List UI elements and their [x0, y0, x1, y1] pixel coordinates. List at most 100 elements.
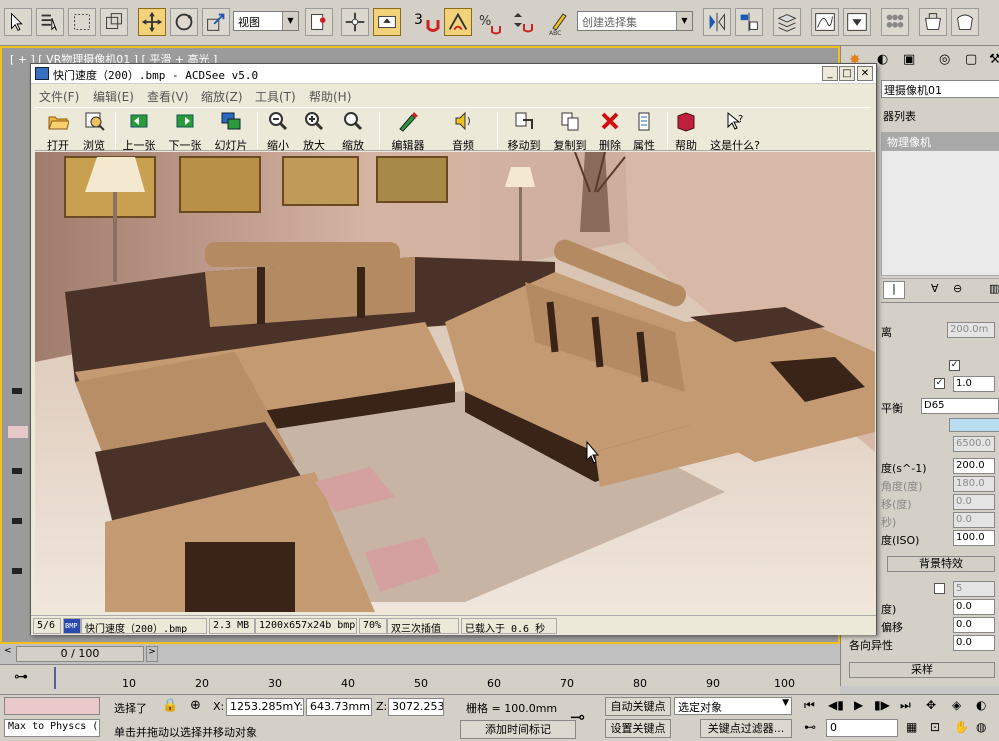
arc-rotate-icon[interactable]: ◈: [952, 698, 961, 712]
key-icon[interactable]: ⊸: [570, 707, 585, 728]
maximize-icon[interactable]: □: [839, 66, 855, 81]
whats-this-button[interactable]: ? 这是什么?: [705, 110, 765, 152]
maxscript-mini-listener[interactable]: Max to Physcs (: [4, 719, 100, 737]
render-frame-icon[interactable]: [951, 8, 979, 36]
window-crossing-icon[interactable]: [100, 8, 128, 36]
shutter-offset-field[interactable]: 0.0: [953, 494, 995, 510]
lock-icon[interactable]: 🔒: [162, 698, 178, 713]
angle-snap-icon[interactable]: [444, 8, 472, 36]
previous-frame-icon[interactable]: ◀▮: [828, 698, 844, 712]
mirror-icon[interactable]: [703, 8, 731, 36]
center-bias-field[interactable]: 0.0: [953, 617, 995, 633]
orbit-icon[interactable]: ◍: [976, 720, 986, 734]
minimize-icon[interactable]: _: [822, 66, 838, 81]
render-setup-icon[interactable]: [919, 8, 947, 36]
scale-icon[interactable]: [202, 8, 230, 36]
select-by-name-icon[interactable]: [36, 8, 64, 36]
audio-button[interactable]: 音频: [443, 110, 483, 152]
hierarchy-tab-icon[interactable]: ▣: [903, 52, 915, 67]
set-key-button[interactable]: 设置关键点: [605, 719, 671, 738]
maxscript-mini-listener-top[interactable]: [4, 697, 100, 715]
display-tab-icon[interactable]: ▢: [965, 52, 977, 67]
next-frame-icon[interactable]: ▮▶: [874, 698, 890, 712]
rotate-icon[interactable]: [170, 8, 198, 36]
object-name-field[interactable]: 理摄像机01: [881, 80, 999, 98]
select-icon[interactable]: [4, 8, 32, 36]
percent-snap-icon[interactable]: %: [476, 8, 504, 36]
shutter-angle-field[interactable]: 180.0: [953, 476, 995, 492]
move-to-button[interactable]: 移动到: [503, 110, 545, 152]
make-unique-icon[interactable]: ∀: [931, 282, 939, 295]
delete-button[interactable]: 删除: [595, 110, 625, 152]
key-filters-button[interactable]: 关键点过滤器...: [700, 719, 792, 738]
zoom-button[interactable]: 缩放: [333, 110, 373, 152]
named-selection-set-dropdown[interactable]: 创建选择集 ▼: [577, 11, 693, 31]
time-config-icon[interactable]: ▦: [906, 720, 917, 734]
move-icon[interactable]: [138, 8, 166, 36]
latency-field[interactable]: 0.0: [953, 512, 995, 528]
time-slider[interactable]: < 0 / 100 >: [0, 644, 840, 664]
menu-file[interactable]: 文件(F): [39, 88, 79, 105]
slideshow-button[interactable]: 幻灯片: [211, 110, 251, 152]
zoom-out-button[interactable]: 缩小: [261, 110, 295, 152]
x-coordinate-field[interactable]: 1253.285m: [226, 698, 304, 716]
pivot-center-icon[interactable]: [305, 8, 333, 36]
configure-sets-icon[interactable]: ▥: [989, 282, 999, 295]
modifier-list-dropdown[interactable]: 器列表: [881, 106, 999, 124]
auto-key-button[interactable]: 自动关键点: [605, 697, 671, 716]
menu-help[interactable]: 帮助(H): [309, 88, 351, 105]
browse-button[interactable]: 浏览: [77, 110, 111, 152]
modifier-stack-item[interactable]: 物理像机: [881, 132, 999, 150]
temperature-field[interactable]: 6500.0: [953, 436, 995, 452]
field-of-view-icon[interactable]: ◐: [976, 698, 986, 712]
sampling-rollout-header[interactable]: 采样: [849, 662, 995, 678]
open-button[interactable]: 打开: [41, 110, 75, 152]
vignette-amount-field[interactable]: 1.0: [953, 376, 995, 392]
y-coordinate-field[interactable]: 643.73mm: [306, 698, 372, 716]
select-manipulate-icon[interactable]: [341, 8, 369, 36]
snap-magnet-icon[interactable]: [424, 8, 442, 36]
slider-next-icon[interactable]: >: [146, 646, 158, 662]
pan-hand-icon[interactable]: ✋: [954, 720, 969, 734]
absolute-mode-icon[interactable]: ⊕: [190, 698, 201, 713]
key-target-dropdown[interactable]: 选定对象 ▼: [674, 697, 792, 715]
vignette-checkbox[interactable]: ✓: [949, 360, 960, 371]
zoom-region-icon[interactable]: ⊡: [930, 720, 940, 734]
iso-field[interactable]: 100.0: [953, 530, 995, 546]
previous-button[interactable]: 上一张: [119, 110, 159, 152]
modify-tab-icon[interactable]: ◐: [877, 52, 888, 67]
motion-tab-icon[interactable]: ◎: [939, 52, 950, 67]
z-coordinate-field[interactable]: 3072.253m: [388, 698, 444, 716]
slider-prev-icon[interactable]: <: [4, 646, 14, 662]
reference-coord-dropdown[interactable]: 视图 ▼: [233, 11, 299, 31]
edit-named-selection-icon[interactable]: ABC: [545, 8, 573, 37]
menu-tools[interactable]: 工具(T): [255, 88, 296, 105]
modifier-stack-list[interactable]: [881, 150, 999, 276]
track-bar-icon[interactable]: ⊶: [14, 669, 28, 685]
go-to-end-icon[interactable]: ⏭: [900, 698, 911, 713]
go-to-start-icon[interactable]: ⏮: [804, 698, 815, 713]
align-icon[interactable]: [735, 8, 763, 36]
menu-view[interactable]: 查看(V): [147, 88, 189, 105]
image-view[interactable]: [35, 152, 875, 612]
close-icon[interactable]: ✕: [857, 66, 873, 81]
utilities-tab-icon[interactable]: ⚒: [989, 52, 999, 67]
properties-button[interactable]: 属性: [629, 110, 659, 152]
copy-to-button[interactable]: 复制到: [549, 110, 591, 152]
shutter-speed-field[interactable]: 200.0: [953, 458, 995, 474]
editor-button[interactable]: 编辑器: [383, 110, 433, 152]
track-bar[interactable]: ⊶ 10 20 30 40 50 60 70 80 90 100: [0, 664, 840, 694]
bokeh-rollout-header[interactable]: 背景特效: [887, 556, 995, 572]
play-icon[interactable]: ▶: [854, 698, 863, 712]
remove-modifier-icon[interactable]: ⊖: [953, 282, 962, 295]
blades-field[interactable]: 5: [953, 581, 995, 597]
help-button[interactable]: 帮助: [671, 110, 701, 152]
pin-stack-icon[interactable]: |: [883, 281, 905, 299]
curve-editor-icon[interactable]: [811, 8, 839, 36]
distance-field[interactable]: 200.0m: [947, 322, 995, 338]
rect-select-icon[interactable]: [68, 8, 96, 36]
pan-view-icon[interactable]: ✥: [926, 698, 936, 712]
zoom-in-button[interactable]: 放大: [297, 110, 331, 152]
time-slider-thumb[interactable]: 0 / 100: [16, 646, 144, 662]
white-balance-dropdown[interactable]: D65: [921, 398, 999, 414]
